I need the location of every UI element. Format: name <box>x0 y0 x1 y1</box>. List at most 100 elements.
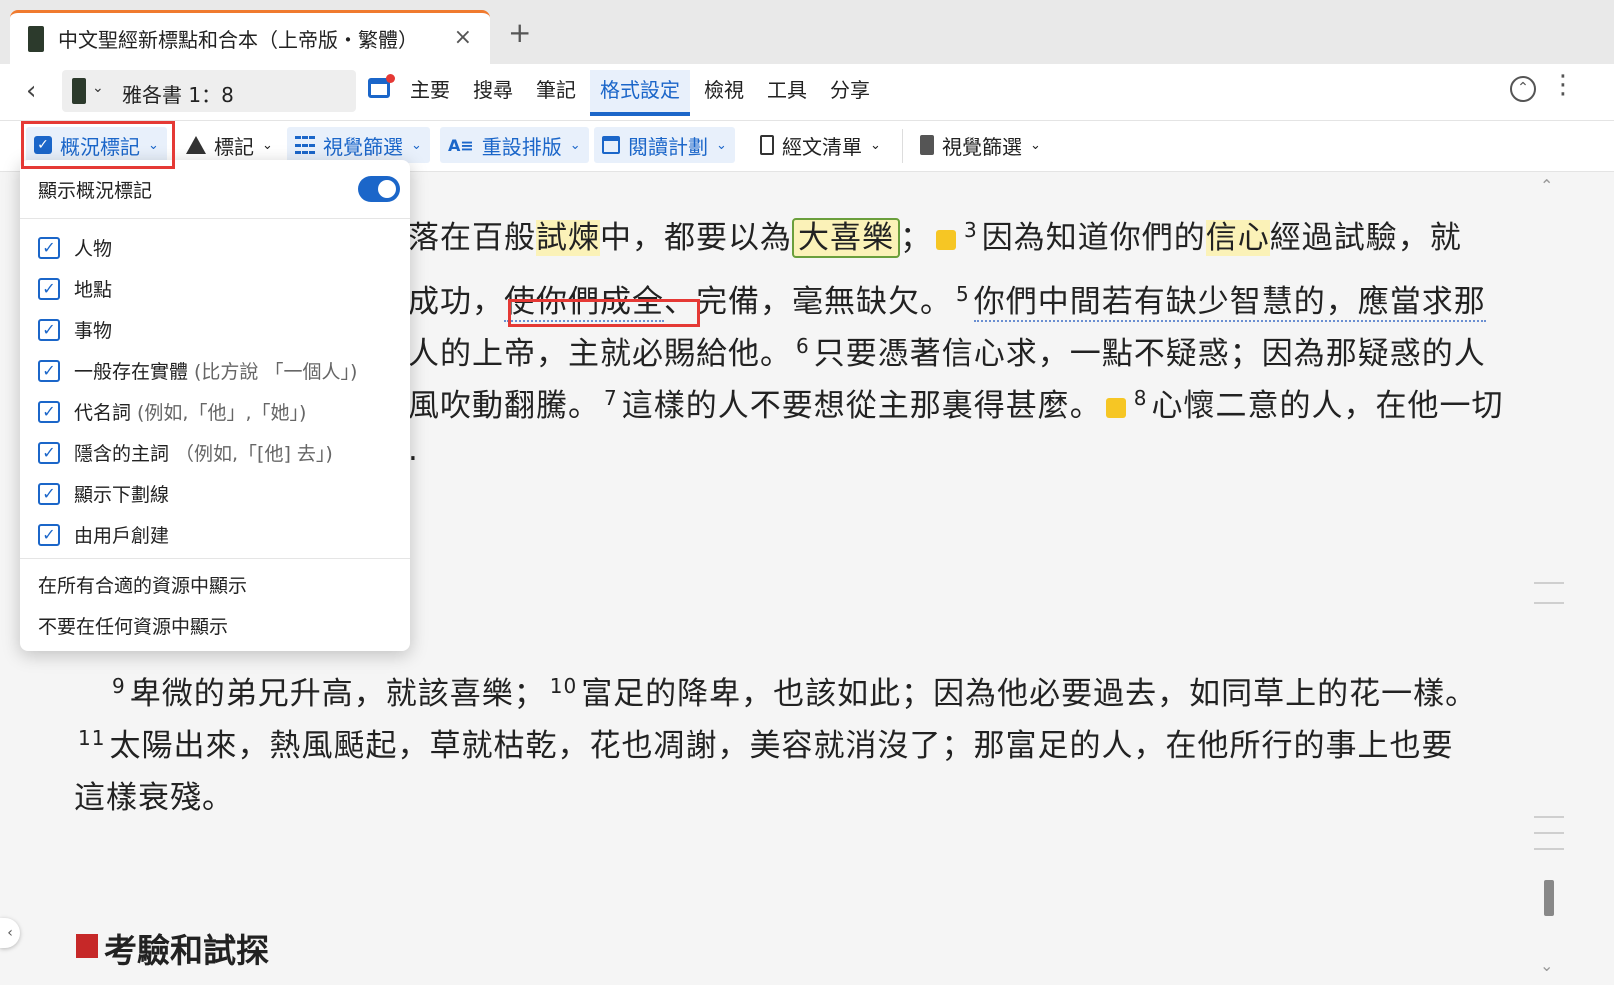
highlighted-word[interactable]: 試煉 <box>536 220 600 256</box>
tab-strip: 中文聖經新標點和合本（上帝版・繁體） × + <box>0 0 1614 64</box>
add-tab-icon[interactable]: + <box>508 16 531 49</box>
tool-markers[interactable]: 標記 ⌄ <box>178 127 281 163</box>
close-icon[interactable]: × <box>454 25 472 50</box>
option-label: 顯示下劃線 <box>74 484 170 506</box>
checkbox-icon[interactable]: ✓ <box>38 318 60 341</box>
menu-notes[interactable]: 筆記 <box>536 74 576 116</box>
more-icon[interactable]: ⋮ <box>1550 72 1576 98</box>
verse-number[interactable]: 5 <box>956 282 970 306</box>
option-user-created[interactable]: ✓ 由用戶創建 <box>38 521 169 548</box>
tool-visual-filter[interactable]: 視覺篩選 ⌄ <box>287 127 430 163</box>
show-in-no-resources[interactable]: 不要在任何資源中顯示 <box>38 612 228 639</box>
scroll-tick <box>1534 848 1564 850</box>
book-icon <box>28 25 44 52</box>
chevron-down-icon: ⌄ <box>148 137 159 153</box>
note-icon[interactable] <box>936 229 956 250</box>
verse-number[interactable]: 7 <box>604 386 618 410</box>
highlighted-boxed-word[interactable]: 大喜樂 <box>792 218 900 258</box>
chevron-down-icon: ⌄ <box>411 137 422 153</box>
chevron-down-icon[interactable]: ⌄ <box>92 80 104 96</box>
highlighted-word[interactable]: 信心 <box>1205 220 1270 256</box>
chevron-down-icon[interactable]: ⌄ <box>1540 956 1553 975</box>
divider <box>20 218 410 219</box>
option-label: 代名詞 <box>74 402 132 424</box>
verse-text: 經過試驗，就 <box>1269 220 1462 256</box>
option-label: 一般存在實體 <box>74 361 189 383</box>
menu-format[interactable]: 格式設定 <box>590 70 690 116</box>
book-icon <box>72 78 86 104</box>
option-label: 事物 <box>74 320 113 342</box>
option-implied-subject[interactable]: ✓ 隱含的主詞 （例如,「[他] 去」) <box>38 439 333 466</box>
tool-visual-filter-2[interactable]: 視覺篩選 ⌄ <box>912 127 1049 163</box>
verse-number[interactable]: 10 <box>550 674 577 698</box>
option-things[interactable]: ✓ 事物 <box>38 316 112 343</box>
triangle-icon <box>186 136 206 154</box>
tab-bible[interactable]: 中文聖經新標點和合本（上帝版・繁體） × <box>10 10 490 64</box>
verse-number[interactable]: 9 <box>112 674 126 698</box>
tool-passage-list[interactable]: 經文清單 ⌄ <box>752 127 889 163</box>
chevron-down-icon: ⌄ <box>1030 137 1041 153</box>
menu-search[interactable]: 搜尋 <box>473 74 513 116</box>
checkbox-icon[interactable]: ✓ <box>38 523 60 546</box>
verse-text: 只要憑著信心求，一點不疑惑；因為那疑惑的人 <box>813 336 1486 372</box>
menu-share[interactable]: 分享 <box>830 74 870 116</box>
tool-overview-markers[interactable]: ✓ 概況標記 ⌄ <box>26 127 167 163</box>
option-show-underline[interactable]: ✓ 顯示下劃線 <box>38 480 169 507</box>
option-hint: (例如,「他」,「她」) <box>137 402 307 424</box>
chevron-up-icon[interactable]: ⌃ <box>1540 176 1553 195</box>
menu-tools[interactable]: 工具 <box>767 74 807 116</box>
option-hint: （例如,「[他] 去」) <box>175 443 333 465</box>
verse-number[interactable]: 3 <box>964 218 978 242</box>
tool-reading-plan[interactable]: 閱讀計劃 ⌄ <box>594 127 735 163</box>
tool-label: 概況標記 <box>60 134 140 159</box>
verse-text: 成功， <box>408 284 504 320</box>
text-line-3: 人的上帝，主就必賜給他。 6 只要憑著信心求，一點不疑惑；因為那疑惑的人 <box>408 328 1486 373</box>
reference-input[interactable]: 雅各書 1：8 <box>122 79 234 108</box>
show-in-all-resources[interactable]: 在所有合適的資源中顯示 <box>38 571 247 598</box>
verse-text: 心懷二意的人，在他一切 <box>1151 388 1504 424</box>
verse-number[interactable]: 8 <box>1134 386 1148 410</box>
text-line-6: 9 卑微的弟兄升高，就該喜樂； 10 富足的降卑，也該如此；因為他必要過去，如同草上的… <box>108 668 1477 713</box>
checkbox-icon[interactable]: ✓ <box>38 277 60 300</box>
checkbox-icon[interactable]: ✓ <box>38 482 60 505</box>
tool-label: 標記 <box>214 134 254 159</box>
verse-text: 這樣的人不要想從主那裏得甚麼。 <box>621 388 1102 424</box>
option-places[interactable]: ✓ 地點 <box>38 275 112 302</box>
option-generic-entity[interactable]: ✓ 一般存在實體 (比方說 「一個人」) <box>38 357 357 384</box>
back-icon[interactable]: ‹ <box>26 76 36 106</box>
option-hint: (比方說 「一個人」) <box>194 361 358 383</box>
chevron-down-icon: ⌄ <box>569 137 581 153</box>
option-pronouns[interactable]: ✓ 代名詞 (例如,「他」,「她」) <box>38 398 306 425</box>
section-marker <box>76 934 98 958</box>
checkbox-icon[interactable]: ✓ <box>38 400 60 423</box>
menu-home[interactable]: 主要 <box>410 74 450 116</box>
verse-text: 、完備，毫無缺欠。 <box>664 284 952 320</box>
scrollbar[interactable]: ⌃ ⌄ <box>1534 172 1564 985</box>
chevron-down-icon: ⌄ <box>870 137 881 153</box>
option-label: 隱含的主詞 <box>74 443 170 465</box>
list-icon <box>760 135 774 155</box>
menu-view[interactable]: 檢視 <box>704 74 744 116</box>
option-people[interactable]: ✓ 人物 <box>38 234 112 261</box>
tool-label: 視覺篩選 <box>942 134 1022 159</box>
tool-label: 視覺篩選 <box>323 134 403 159</box>
checkbox-icon[interactable]: ✓ <box>38 236 60 259</box>
verse-number[interactable]: 6 <box>796 334 810 358</box>
tool-reset-layout[interactable]: A≡ 重設排版 ⌄ <box>440 127 589 163</box>
option-label: 地點 <box>74 279 113 301</box>
scroll-thumb[interactable] <box>1544 880 1554 916</box>
note-icon[interactable] <box>1105 397 1126 418</box>
text-line-8: 這樣衰殘。 <box>74 780 234 816</box>
underlined-phrase[interactable]: 使你們成全 <box>504 284 664 322</box>
verse-text: ； <box>900 220 932 256</box>
calendar-icon <box>602 136 620 154</box>
verse-number[interactable]: 11 <box>78 726 105 750</box>
collapse-icon[interactable]: ⌃ <box>1510 76 1536 102</box>
checkbox-icon[interactable]: ✓ <box>38 359 60 382</box>
verse-text: 卑微的弟兄升高，就該喜樂； <box>129 676 546 712</box>
checkbox-icon[interactable]: ✓ <box>38 441 60 464</box>
chevron-down-icon: ⌄ <box>262 137 273 153</box>
reference-box[interactable]: ⌄ 雅各書 1：8 <box>62 70 356 112</box>
verse-text: 你們中間若有缺少智慧的，應當求那 <box>973 284 1486 322</box>
show-markers-toggle[interactable] <box>358 176 400 202</box>
